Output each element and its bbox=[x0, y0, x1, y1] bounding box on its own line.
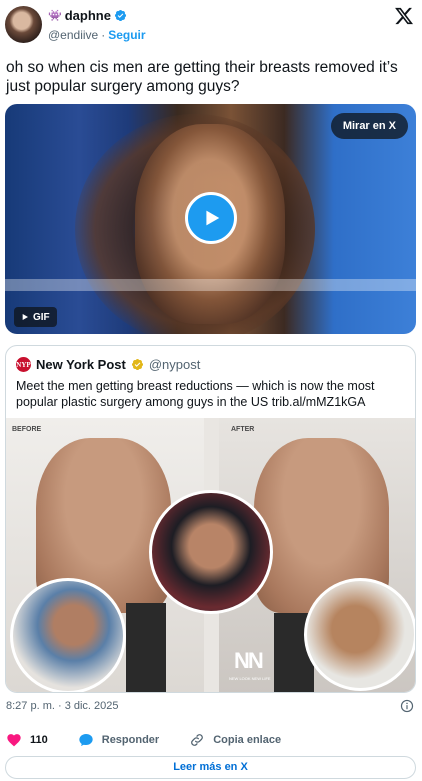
heart-icon bbox=[7, 734, 21, 747]
after-label: AFTER bbox=[231, 426, 255, 433]
copy-link-button[interactable]: Copia enlace bbox=[189, 732, 281, 748]
brand-mark-subtitle: NEW LOOK NEW LIFE bbox=[229, 676, 271, 681]
play-button[interactable] bbox=[185, 192, 237, 244]
link-icon bbox=[191, 734, 204, 746]
quote-image[interactable]: BEFORE AFTER NN NEW LOOK NEW LIFE bbox=[6, 418, 415, 692]
like-count: 110 bbox=[30, 734, 48, 746]
quote-text: Meet the men getting breast reductions —… bbox=[16, 379, 375, 409]
inset-photo-surgery bbox=[10, 578, 126, 692]
tweet-timestamp[interactable]: 8:27 p. m. · 3 dic. 2025 bbox=[6, 700, 119, 712]
media-light-bar bbox=[5, 279, 416, 291]
reply-icon bbox=[79, 734, 93, 746]
x-logo-icon[interactable] bbox=[394, 6, 414, 26]
inset-photo-result bbox=[304, 578, 415, 691]
info-icon[interactable] bbox=[400, 699, 414, 713]
verified-badge-icon bbox=[114, 9, 126, 22]
gif-play-icon bbox=[22, 314, 28, 320]
name-emoji: 👾 bbox=[48, 10, 62, 22]
reply-button[interactable]: Responder bbox=[78, 732, 159, 748]
watch-on-x-button[interactable]: Mirar en X bbox=[330, 113, 408, 139]
brand-mark: NN bbox=[234, 648, 264, 673]
gif-badge[interactable]: GIF bbox=[14, 307, 57, 327]
author-name-line[interactable]: 👾 daphne bbox=[48, 8, 127, 23]
author-handle-line: @endiive · Seguir bbox=[48, 28, 146, 42]
gif-media[interactable]: Mirar en X GIF bbox=[5, 104, 416, 334]
copy-link-label: Copia enlace bbox=[213, 734, 282, 746]
quote-header: NYP New York Post @nypost bbox=[16, 357, 200, 372]
handle-separator: · bbox=[101, 28, 106, 42]
inset-photo-portrait bbox=[149, 490, 273, 614]
quoted-tweet[interactable]: NYP New York Post @nypost Meet the men g… bbox=[5, 345, 416, 693]
tweet-text: oh so when cis men are getting their bre… bbox=[6, 59, 398, 95]
reply-label: Responder bbox=[101, 734, 160, 746]
author-handle[interactable]: @endiive bbox=[48, 28, 98, 42]
gif-badge-label: GIF bbox=[33, 311, 50, 323]
gold-verified-icon bbox=[131, 358, 143, 371]
tweet-header: 👾 daphne @endiive · Seguir bbox=[0, 0, 422, 50]
before-label: BEFORE bbox=[12, 426, 42, 433]
avatar[interactable] bbox=[5, 6, 42, 43]
follow-button[interactable]: Seguir bbox=[108, 28, 145, 42]
like-button[interactable]: 110 bbox=[6, 732, 48, 748]
play-icon bbox=[206, 210, 220, 226]
quote-author-handle[interactable]: @nypost bbox=[149, 357, 201, 372]
action-bar: 110 Responder Copia enlace bbox=[6, 732, 311, 748]
nypost-logo: NYP bbox=[16, 357, 31, 372]
read-more-button[interactable]: Leer más en X bbox=[5, 756, 416, 779]
author-display-name[interactable]: daphne bbox=[65, 8, 111, 23]
quote-author-name[interactable]: New York Post bbox=[36, 357, 126, 372]
before-pants bbox=[126, 603, 166, 692]
